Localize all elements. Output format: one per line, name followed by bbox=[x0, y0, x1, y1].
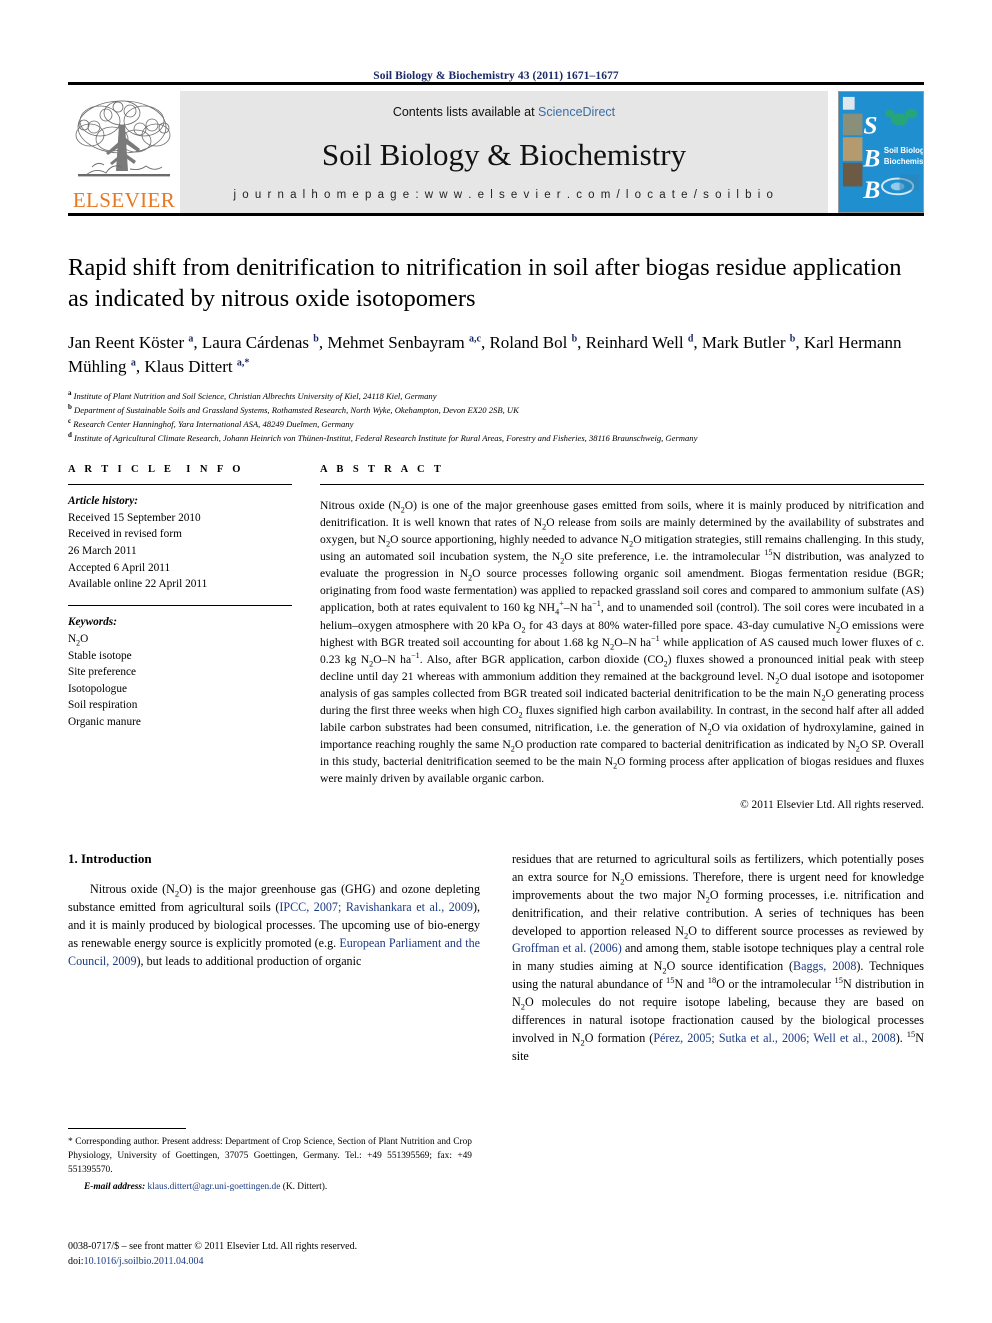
author-name: Jan Reent Köster bbox=[68, 332, 189, 352]
author-affiliation-mark: a,* bbox=[236, 357, 250, 369]
author-affiliation-mark: b bbox=[789, 333, 796, 345]
journal-title: Soil Biology & Biochemistry bbox=[321, 136, 687, 172]
article-history: Article history: Received 15 September 2… bbox=[68, 493, 292, 593]
author-affiliation-mark: a bbox=[188, 333, 194, 345]
citation-link[interactable]: IPCC, 2007; Ravishankara et al., 2009 bbox=[279, 900, 473, 914]
author-list: Jan Reent Köster a, Laura Cárdenas b, Me… bbox=[68, 332, 902, 376]
author-name: Mehmet Senbayram bbox=[327, 332, 469, 352]
citation-link[interactable]: Groffman et al. (2006) bbox=[512, 941, 622, 955]
history-item: Received 15 September 2010 bbox=[68, 511, 201, 524]
contents-prefix: Contents lists available at bbox=[392, 105, 539, 119]
section-heading-introduction: 1. Introduction bbox=[68, 851, 152, 867]
history-item: 26 March 2011 bbox=[68, 545, 137, 558]
intro-paragraph-left: Nitrous oxide (N2O) is the major greenho… bbox=[68, 882, 480, 968]
article-info-rule bbox=[68, 483, 292, 486]
svg-text:S: S bbox=[863, 110, 877, 139]
citation-link[interactable]: Baggs, 2008 bbox=[793, 959, 856, 973]
keyword-item: Stable isotope bbox=[68, 649, 132, 662]
contents-list-line: Contents lists available at ScienceDirec… bbox=[393, 105, 615, 119]
author-name: Laura Cárdenas bbox=[201, 332, 314, 352]
info-abstract-section: A R T I C L E I N F O Article history: R… bbox=[68, 464, 924, 811]
journal-homepage[interactable]: j o u r n a l h o m e p a g e : w w w . … bbox=[234, 189, 775, 201]
elsevier-logo: ELSEVIER bbox=[68, 91, 180, 213]
masthead: ELSEVIER Contents lists available at Sci… bbox=[68, 91, 924, 213]
abstract-column: A B S T R A C T Nitrous oxide (N2O) is o… bbox=[320, 464, 924, 811]
affiliation-item: c Research Center Hanninghof, Yara Inter… bbox=[68, 416, 354, 429]
author-affiliation-mark: a,c bbox=[468, 333, 481, 345]
elsevier-tree-icon bbox=[72, 95, 176, 189]
svg-text:B: B bbox=[862, 175, 880, 204]
svg-text:Biochemistry: Biochemistry bbox=[884, 157, 923, 166]
keyword-item: N2O bbox=[68, 633, 89, 648]
svg-text:B: B bbox=[862, 144, 880, 173]
affiliation-item: a Institute of Plant Nutrition and Soil … bbox=[68, 389, 437, 401]
affiliation-list: a Institute of Plant Nutrition and Soil … bbox=[68, 390, 924, 446]
article-info-heading: A R T I C L E I N F O bbox=[68, 463, 244, 475]
body-columns: 1. Introduction Nitrous oxide (N2O) is t… bbox=[68, 851, 924, 1066]
author-affiliation-mark: d bbox=[687, 333, 694, 345]
email-label: E-mail address: bbox=[84, 1181, 146, 1192]
body-column-right: residues that are returned to agricultur… bbox=[512, 851, 924, 1066]
email-note: E-mail address: klaus.dittert@agr.uni-go… bbox=[68, 1180, 472, 1194]
abstract-text: Nitrous oxide (N2O) is one of the major … bbox=[320, 498, 925, 786]
article-info-column: A R T I C L E I N F O Article history: R… bbox=[68, 464, 320, 811]
citation-link[interactable]: Pérez, 2005; Sutka et al., 2006; Well et… bbox=[653, 1031, 895, 1045]
body-column-left: 1. Introduction Nitrous oxide (N2O) is t… bbox=[68, 851, 480, 1066]
history-item: Available online 22 April 2011 bbox=[68, 578, 208, 591]
author-affiliation-mark: b bbox=[571, 333, 578, 345]
keywords-rule bbox=[68, 604, 292, 607]
title-block: Rapid shift from denitrification to nitr… bbox=[68, 252, 924, 446]
doi-link[interactable]: 10.1016/j.soilbio.2011.04.004 bbox=[84, 1256, 204, 1267]
affiliation-item: b Department of Sustainable Soils and Gr… bbox=[68, 403, 519, 415]
author-name: Roland Bol bbox=[489, 332, 572, 352]
masthead-bottom-rule bbox=[68, 213, 924, 216]
abstract-copyright: © 2011 Elsevier Ltd. All rights reserved… bbox=[740, 799, 924, 812]
article-history-label: Article history: bbox=[68, 495, 138, 508]
sciencedirect-link[interactable]: ScienceDirect bbox=[538, 105, 615, 119]
intro-paragraph-right: residues that are returned to agricultur… bbox=[512, 852, 925, 1063]
history-item: Received in revised form bbox=[68, 528, 182, 541]
keyword-item: Organic manure bbox=[68, 715, 141, 728]
journal-band: Contents lists available at ScienceDirec… bbox=[180, 91, 828, 213]
keyword-item: Soil respiration bbox=[68, 699, 138, 712]
keyword-item: Site preference bbox=[68, 666, 137, 679]
author-name: Mark Butler bbox=[701, 332, 790, 352]
journal-cover-thumbnail[interactable]: S B B Soil Biology & Biochemistry bbox=[838, 91, 924, 213]
page-content: Soil Biology & Biochemistry 43 (2011) 16… bbox=[68, 0, 924, 1066]
doi-label: doi: bbox=[68, 1255, 84, 1267]
history-item: Accepted 6 April 2011 bbox=[68, 561, 171, 574]
footnote-block: * Corresponding author. Present address:… bbox=[68, 1128, 472, 1194]
email-link[interactable]: klaus.dittert@agr.uni-goettingen.de bbox=[148, 1182, 281, 1192]
issn-line: 0038-0717/$ – see front matter © 2011 El… bbox=[68, 1241, 358, 1252]
corresponding-author-note: * Corresponding author. Present address:… bbox=[68, 1137, 472, 1176]
affiliation-item: d Institute of Agricultural Climate Rese… bbox=[68, 430, 698, 443]
keywords-block: Keywords: N2O Stable isotope Site prefer… bbox=[68, 614, 292, 730]
email-suffix: (K. Dittert). bbox=[280, 1181, 328, 1192]
masthead-top-rule bbox=[68, 82, 924, 85]
doi-line: doi:10.1016/j.soilbio.2011.04.004 bbox=[68, 1255, 528, 1270]
author-affiliation-mark: a bbox=[130, 357, 136, 369]
running-head: Soil Biology & Biochemistry 43 (2011) 16… bbox=[373, 70, 619, 82]
author-name: Reinhard Well bbox=[585, 332, 688, 352]
citation-link[interactable]: European Parliament and the Council, 200… bbox=[68, 936, 480, 968]
page-title: Rapid shift from denitrification to nitr… bbox=[68, 254, 902, 313]
abstract-heading: A B S T R A C T bbox=[320, 463, 445, 475]
paper-page: Soil Biology & Biochemistry 43 (2011) 16… bbox=[0, 0, 992, 1323]
issn-copyright-block: 0038-0717/$ – see front matter © 2011 El… bbox=[68, 1240, 528, 1269]
author-name: Klaus Dittert bbox=[144, 356, 237, 376]
elsevier-wordmark: ELSEVIER bbox=[72, 188, 176, 212]
author-affiliation-mark: b bbox=[313, 333, 319, 345]
footnote-rule bbox=[68, 1128, 186, 1130]
keyword-item: Isotopologue bbox=[68, 682, 127, 695]
abstract-rule bbox=[320, 483, 924, 486]
keywords-label: Keywords: bbox=[68, 616, 117, 629]
svg-text:Soil Biology &: Soil Biology & bbox=[884, 146, 923, 155]
